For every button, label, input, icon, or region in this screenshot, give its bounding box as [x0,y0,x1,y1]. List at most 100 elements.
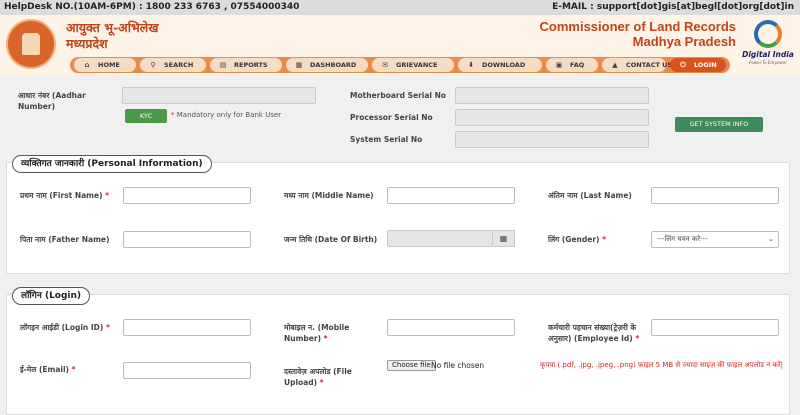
mp-emblem-logo [6,19,56,69]
nav-reports[interactable]: ▤ REPORTS [210,58,282,72]
org-name-hindi-line2: मध्यप्रदेश [66,36,108,51]
first-name-label: प्रथम नाम (First Name) * [20,191,110,200]
mobile-input[interactable] [387,319,515,336]
site-title-line2: Madhya Pradesh [632,34,736,49]
email-input[interactable] [123,362,251,379]
processor-label: Processor Serial No [350,113,433,122]
org-name-hindi: आयुक्त भू-अभिलेख मध्यप्रदेश [66,20,158,52]
nav-download-label: DOWNLOAD [482,61,526,69]
nav-login[interactable]: ⏻ LOGIN [670,58,726,72]
faq-icon: ▣ [555,61,563,69]
file-upload-label-line2-text: Upload) [284,378,318,387]
search-icon: ⚲ [150,61,156,69]
file-upload-label-line1: दस्तावेज़ अपलोड (File [284,367,352,376]
file-upload-label: दस्तावेज़ अपलोड (File Upload) * [284,366,352,388]
aadhar-label: आधार नंबर (Aadhar Number) [18,90,86,112]
system-input[interactable] [455,131,649,148]
home-icon: ⌂ [84,61,90,69]
middle-name-label: मध्य नाम (Middle Name) [284,191,374,200]
helpdesk-text: HelpDesk NO.(10AM-6PM) : 1800 233 6763 ,… [4,2,300,12]
dob-label: जन्म तिथि (Date Of Birth) [284,235,378,244]
nav-contact-us[interactable]: ▲ CONTACT US [602,58,672,72]
site-title-line1: Commissioner of Land Records [539,19,736,34]
kyc-note-text: Mandatory only for Bank User [176,111,282,119]
last-name-input[interactable] [651,187,779,204]
gender-label-text: लिंग (Gender) [548,235,600,244]
login-id-input[interactable] [123,319,251,336]
digital-india-tagline: Power To Empower [749,60,787,65]
employee-id-label-line2: अनुसार) (Employee Id) * [548,334,640,343]
contact-icon: ▲ [612,61,618,69]
nav-faq-label: FAQ [570,61,585,69]
nav-grievance[interactable]: ✉ GRIEVANCE [372,58,454,72]
first-name-input[interactable] [123,187,251,204]
login-legend: लॉगिन (Login) [12,287,91,305]
support-email: E-MAIL : support[dot]gis[at]begl[dot]org… [552,2,794,12]
personal-info-legend: व्यक्तिगत जानकारी (Personal Information) [12,155,212,173]
nav-login-label: LOGIN [694,61,717,69]
first-name-label-text: प्रथम नाम (First Name) [20,191,103,200]
login-panel [6,294,790,415]
helpdesk-bar: HelpDesk NO.(10AM-6PM) : 1800 233 6763 ,… [0,0,800,15]
mobile-label-line2: Number) * [284,334,328,343]
employee-id-label-line2-text: अनुसार) (Employee Id) [548,334,633,343]
nav-grievance-label: GRIEVANCE [396,61,438,69]
nav-home[interactable]: ⌂ HOME [74,58,136,72]
main-nav: ⌂ HOME ⚲ SEARCH ▤ REPORTS ▦ DASHBOARD ✉ … [70,57,730,73]
last-name-label: अंतिम नाम (Last Name) [548,191,632,200]
dashboard-icon: ▦ [295,61,303,69]
org-name-hindi-line1: आयुक्त भू-अभिलेख [66,20,159,35]
employee-id-label-line1: कर्मचारी पहचान संख्या(ट्रेज़री के [548,323,637,332]
gender-select-value: ---लिंग चयन करे--- [657,235,708,243]
site-title: Commissioner of Land Records Madhya Prad… [540,19,736,49]
download-icon: ⬇ [468,61,474,69]
aadhar-label-line2: Number) [18,102,56,111]
motherboard-input[interactable] [455,87,649,104]
login-id-label-text: लॉगइन आईडी (Login ID) [20,323,104,332]
grievance-icon: ✉ [382,61,388,69]
get-system-info-button[interactable]: GET SYSTEM INFO [675,117,763,132]
calendar-icon[interactable]: ▦ [493,230,515,247]
employee-id-label: कर्मचारी पहचान संख्या(ट्रेज़री के अनुसार… [548,322,639,344]
mobile-label-line1: मोबाइल न. (Mobile [284,323,350,332]
chevron-down-icon: ⌄ [768,235,774,243]
nav-dashboard[interactable]: ▦ DASHBOARD [286,58,368,72]
choose-file-button[interactable]: Choose file [387,360,436,371]
file-upload-note: कृपया (.pdf, .jpg, .jpeg, .png) फ़ाइल 5 … [540,361,783,369]
login-id-label: लॉगइन आईडी (Login ID) * [20,323,110,332]
gender-select[interactable]: ---लिंग चयन करे--- ⌄ [651,231,779,248]
login-icon: ⏻ [680,61,686,69]
aadhar-input[interactable] [122,87,316,104]
mobile-label: मोबाइल न. (Mobile Number) * [284,322,349,344]
dob-input[interactable] [387,230,493,247]
email-label: ई-मेल (Email) * [20,365,76,374]
digital-india-text: Digital India [742,50,794,59]
father-name-label: पिता नाम (Father Name) [20,235,110,244]
file-upload-label-line2: Upload) * [284,378,324,387]
nav-search-label: SEARCH [164,61,194,69]
digital-india-swirl-icon [754,20,782,48]
middle-name-input[interactable] [387,187,515,204]
employee-id-input[interactable] [651,319,779,336]
nav-search[interactable]: ⚲ SEARCH [140,58,206,72]
father-name-input[interactable] [123,231,251,248]
digital-india-logo: Digital India Power To Empower [742,20,794,70]
reports-icon: ▤ [219,61,227,69]
email-label-text: ई-मेल (Email) [20,365,69,374]
processor-input[interactable] [455,109,649,126]
gender-label: लिंग (Gender) * [548,235,607,244]
system-label: System Serial No [350,135,423,144]
nav-contact-label: CONTACT US [626,61,673,69]
nav-reports-label: REPORTS [234,61,268,69]
nav-faq[interactable]: ▣ FAQ [546,58,598,72]
nav-download[interactable]: ⬇ DOWNLOAD [458,58,542,72]
no-file-chosen-text: No file chosen [431,361,485,370]
kyc-button[interactable]: KYC [125,109,167,123]
personal-info-panel [6,162,790,274]
kyc-note: * Mandatory only for Bank User [171,111,282,119]
nav-home-label: HOME [98,61,120,69]
nav-dashboard-label: DASHBOARD [310,61,357,69]
motherboard-label: Motherboard Serial No [350,91,447,100]
aadhar-label-line1: आधार नंबर (Aadhar [18,91,86,100]
mobile-label-line2-text: Number) [284,334,322,343]
